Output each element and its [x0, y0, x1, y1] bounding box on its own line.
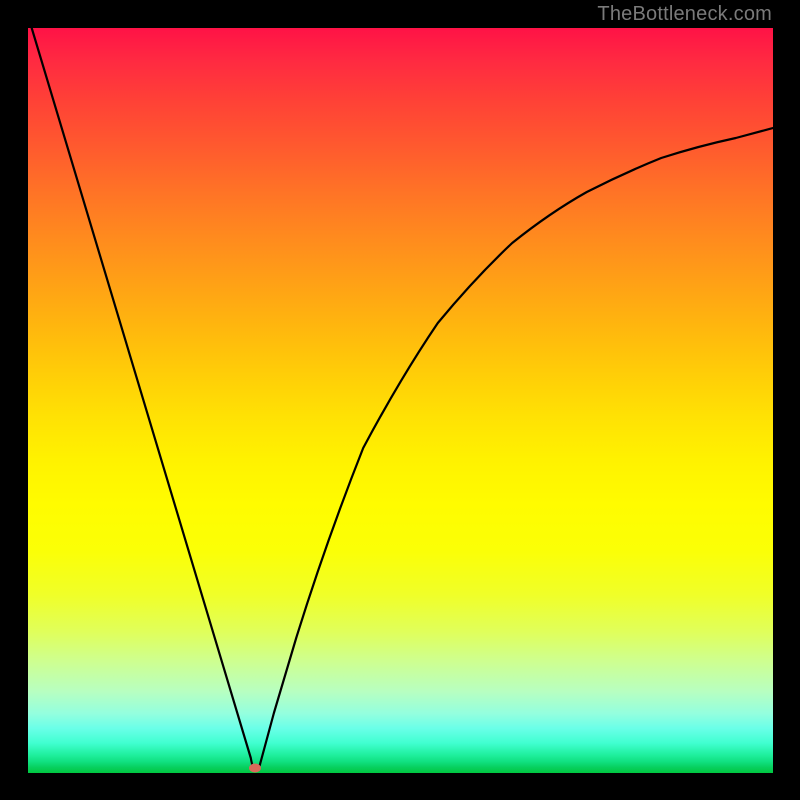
plot-area	[28, 28, 773, 773]
optimal-marker	[249, 764, 261, 773]
credit-label: TheBottleneck.com	[597, 3, 772, 26]
chart-frame: TheBottleneck.com	[0, 0, 800, 800]
curve-svg	[28, 28, 773, 773]
bottleneck-curve	[32, 28, 773, 768]
